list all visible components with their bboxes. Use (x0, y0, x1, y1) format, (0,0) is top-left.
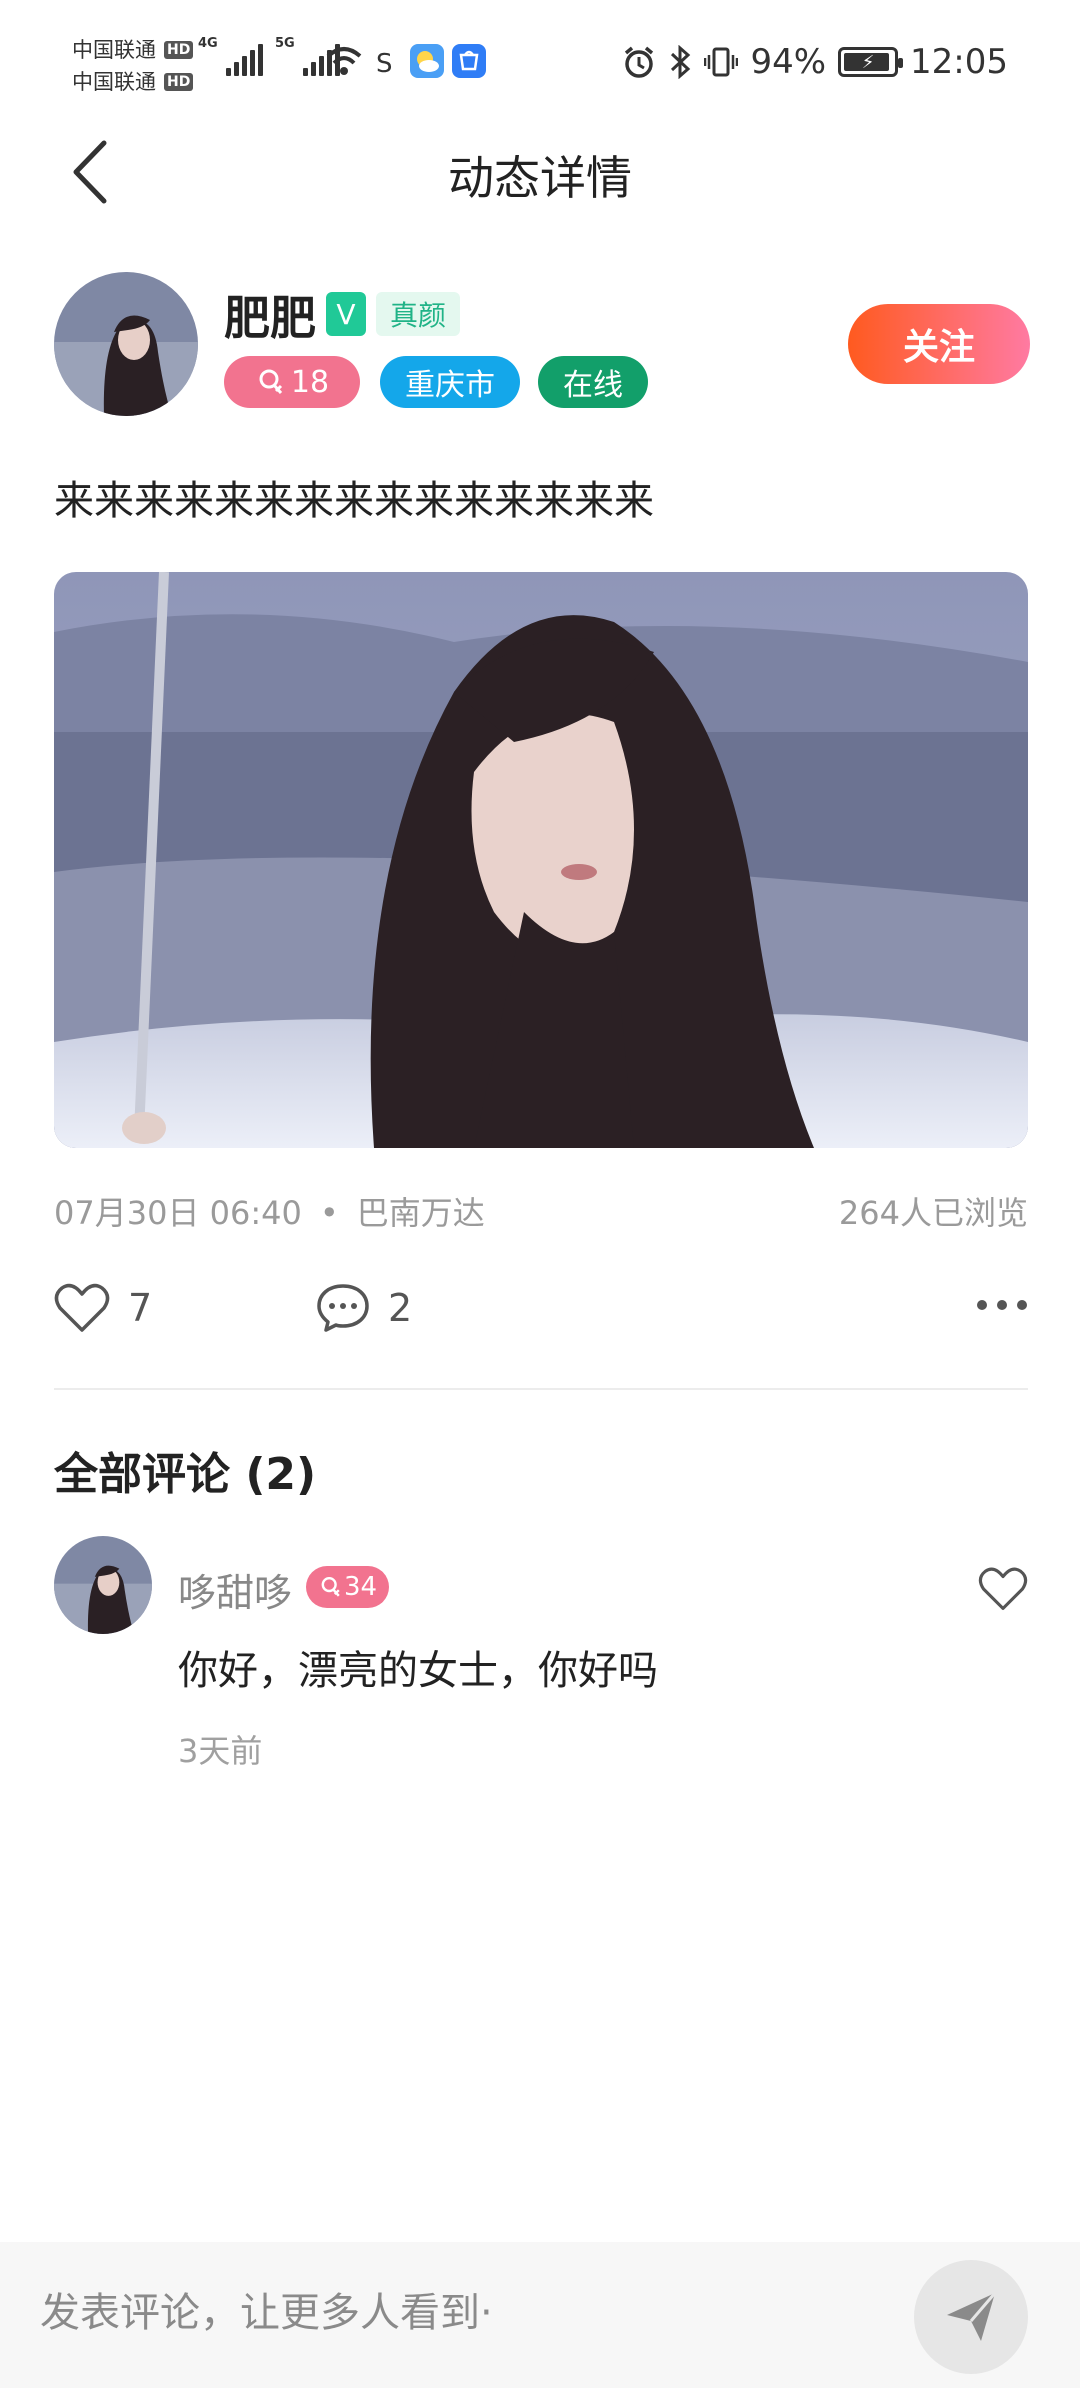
battery-percent: 94% (750, 42, 827, 82)
more-dots-icon (977, 1300, 1027, 1310)
comment-text: 你好，漂亮的女士，你好吗 (178, 1648, 658, 1694)
alarm-icon (625, 46, 654, 78)
post-image[interactable] (54, 572, 1028, 1148)
female-icon (259, 369, 283, 394)
heart-icon (54, 1283, 110, 1332)
clock: 12:05 (910, 42, 1008, 82)
view-count: 264人已浏览 (838, 1194, 1028, 1232)
city-pill: 重庆市 (380, 356, 520, 408)
author-avatar[interactable] (54, 272, 198, 416)
status-bar: 中国联通 HD 中国联通 HD 4G 5G S 94% ⚡ 12:05 (0, 0, 1080, 120)
carrier-2-label: 中国联通 (72, 70, 156, 94)
commenter-age: 34 (344, 1572, 378, 1602)
post-datetime: 07月30日 06:40 (54, 1194, 302, 1232)
signal-indicators: 4G 5G (198, 36, 340, 76)
weather-app-icon (410, 44, 444, 78)
send-icon (947, 2292, 997, 2341)
online-status-pill: 在线 (538, 356, 648, 408)
comment-bar (0, 2242, 1080, 2388)
post-actions: 7 2 (54, 1282, 1028, 1352)
status-right: 94% ⚡ 12:05 (622, 42, 1008, 82)
follow-button[interactable]: 关注 (848, 304, 1030, 384)
comment-count: 2 (388, 1286, 413, 1330)
data-saver-icon: S (376, 49, 393, 78)
svg-text:S: S (376, 49, 393, 78)
comment-input[interactable] (40, 2278, 540, 2348)
more-button[interactable] (976, 1298, 1028, 1312)
store-app-icon (452, 44, 486, 78)
gender-age-pill: 18 (224, 356, 360, 408)
meta-separator: • (319, 1194, 339, 1232)
carrier-info: 中国联通 HD 中国联通 HD (72, 34, 194, 98)
comments-heading: 全部评论 (2) (54, 1449, 317, 1500)
divider (54, 1388, 1028, 1390)
comment-bubble-icon (317, 1284, 369, 1332)
post-text: 来来来来来来来来来来来来来来来 (54, 478, 654, 524)
comment-time: 3天前 (178, 1732, 263, 1770)
author-name: 肥肥 (224, 291, 316, 345)
commenter-name[interactable]: 哆甜哆 (178, 1562, 292, 1617)
comment-like-button[interactable] (978, 1566, 1028, 1616)
verified-badge: V (326, 292, 366, 336)
send-button[interactable] (914, 2260, 1028, 2374)
carrier-1-label: 中国联通 (72, 38, 156, 62)
signal-4g-icon: 4G (198, 36, 263, 76)
commenter-avatar[interactable] (54, 1536, 152, 1634)
hd-badge: HD (164, 41, 194, 59)
like-count: 7 (128, 1286, 153, 1330)
battery-icon: ⚡ (838, 47, 904, 77)
comment-button[interactable]: 2 (316, 1282, 412, 1334)
network-4g-label: 4G (198, 36, 218, 51)
page-title: 动态详情 (448, 151, 632, 205)
network-5g-label: 5G (275, 36, 295, 51)
vibrate-icon (704, 47, 739, 77)
hd-badge: HD (164, 73, 194, 91)
female-icon (321, 1577, 340, 1597)
post-location[interactable]: 巴南万达 (357, 1194, 485, 1232)
bluetooth-icon (671, 45, 691, 79)
commenter-gender-age-pill: 34 (306, 1566, 390, 1608)
gender-age-value: 18 (290, 364, 330, 400)
top-nav: 动态详情 (0, 120, 1080, 224)
wifi-icon (326, 47, 362, 75)
real-face-tag: 真颜 (376, 292, 461, 336)
post-meta: 07月30日 06:40 • 巴南万达 (54, 1188, 485, 1234)
heart-icon (978, 1567, 1028, 1611)
like-button[interactable]: 7 (54, 1282, 152, 1334)
